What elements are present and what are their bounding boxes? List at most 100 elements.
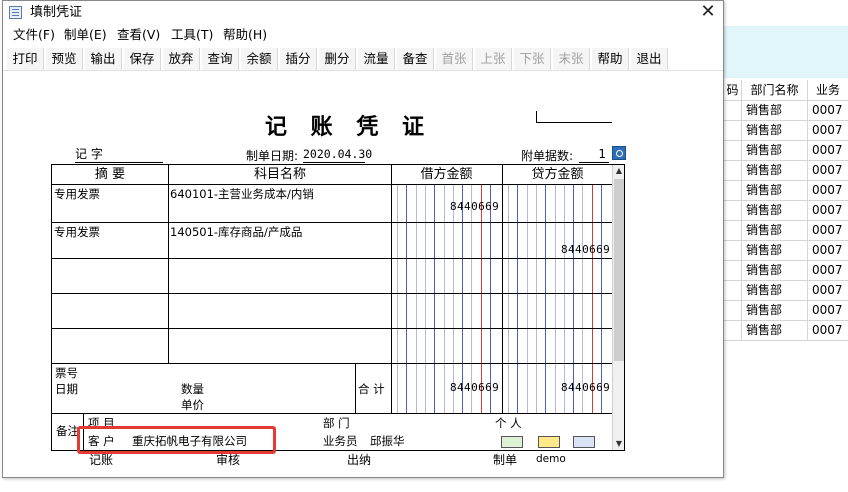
window-title: 填制凭证 (30, 5, 83, 20)
first-button[interactable]: 首张 (436, 48, 473, 70)
row-credit[interactable]: 8440669 (561, 243, 610, 256)
table-cell-dept: 销售部 (742, 241, 808, 261)
table-cell-dept: 销售部 (742, 281, 808, 301)
grid-line (52, 328, 612, 329)
voucher-dialog: 填制凭证 ✕ 文件(F) 制单(E) 查看(V) 工具(T) 帮助(H) 打印预… (2, 0, 724, 478)
digit-column-line (434, 184, 436, 413)
table-row[interactable]: 销售部 0007 (724, 201, 848, 221)
table-row[interactable]: 销售部 0007 (724, 161, 848, 181)
digit-column-line (591, 184, 593, 413)
row-account[interactable]: 140501-库存商品/产成品 (170, 224, 302, 240)
background-toolbar-strip (724, 26, 848, 78)
table-row[interactable]: 销售部 0007 (724, 281, 848, 301)
card-icon[interactable] (501, 436, 523, 448)
print-button[interactable]: 打印 (7, 48, 44, 70)
envelope-icon[interactable] (538, 436, 560, 448)
title-bar[interactable]: 填制凭证 ✕ (3, 1, 723, 25)
memo-button[interactable]: 备查 (397, 48, 434, 70)
table-cell-business: 0007 (808, 101, 848, 121)
table-row[interactable]: 销售部 0007 (724, 121, 848, 141)
grid-line (52, 413, 612, 414)
total-debit: 8440669 (450, 381, 500, 394)
table-cell-dept: 销售部 (742, 181, 808, 201)
table-cell (724, 221, 742, 241)
header-credit: 贷方金额 (531, 167, 584, 182)
grid-line (52, 363, 612, 364)
table-row[interactable]: 销售部 0007 (724, 301, 848, 321)
table-row[interactable]: 销售部 0007 (724, 261, 848, 281)
preview-button[interactable]: 预览 (46, 48, 83, 70)
search-icon[interactable] (612, 146, 626, 160)
bookkeeper-label: 记账 (89, 453, 114, 467)
grid-line (355, 363, 356, 413)
row-summary[interactable]: 专用发票 (54, 186, 100, 202)
table-cell-business: 0007 (808, 121, 848, 141)
close-button[interactable]: ✕ (693, 1, 723, 25)
digit-column-line (415, 184, 417, 413)
quantity-label: 数量 (181, 382, 204, 396)
next-button[interactable]: 下张 (514, 48, 551, 70)
bg-header-dept-name[interactable]: 部门名称 (742, 80, 808, 101)
exit-button[interactable]: 退出 (631, 48, 668, 70)
date-field[interactable]: 2020.04.30 (303, 147, 372, 163)
bg-header-business[interactable]: 业务 (808, 80, 848, 101)
balance-button[interactable]: 余额 (241, 48, 278, 70)
table-row[interactable]: 销售部 0007 (724, 181, 848, 201)
voucher-word-field[interactable]: 记 字 (75, 147, 163, 163)
header-account: 科目名称 (253, 167, 306, 182)
background-table-header: 码 部门名称 业务 (724, 80, 848, 101)
row-account[interactable]: 640101-主营业务成本/内销 (170, 186, 314, 202)
bg-header-code[interactable]: 码 (724, 80, 742, 101)
save-button[interactable]: 保存 (124, 48, 161, 70)
previous-button[interactable]: 上张 (475, 48, 512, 70)
header-summary: 摘 要 (94, 167, 126, 182)
scroll-thumb[interactable] (614, 179, 624, 361)
table-row[interactable]: 销售部 0007 (724, 141, 848, 161)
voucher-form: 记 账 凭 证 记 字 制单日期: 2020.04.30 附单据数: 1 摘 要… (3, 73, 723, 477)
cash-flow-button[interactable]: 流量 (358, 48, 395, 70)
table-row[interactable]: 销售部 0007 (724, 101, 848, 121)
maker-value: demo (536, 453, 566, 465)
menu-voucher[interactable]: 制单(E) (62, 26, 109, 44)
table-cell (724, 301, 742, 321)
digit-column-line (517, 184, 519, 413)
last-button[interactable]: 末张 (553, 48, 590, 70)
row-summary[interactable]: 专用发票 (54, 224, 100, 240)
digit-column-line (462, 184, 464, 413)
table-cell-dept: 销售部 (742, 201, 808, 221)
menu-help[interactable]: 帮助(H) (221, 26, 269, 44)
menu-view[interactable]: 查看(V) (115, 26, 162, 44)
vertical-scrollbar[interactable]: ▲ ▼ (612, 165, 624, 450)
digit-column-line (508, 184, 509, 413)
table-row[interactable]: 销售部 0007 (724, 221, 848, 241)
table-cell-dept: 销售部 (742, 261, 808, 281)
menu-tools[interactable]: 工具(T) (169, 26, 215, 44)
menu-file[interactable]: 文件(F) (11, 26, 57, 44)
delete-split-button[interactable]: 删分 (319, 48, 356, 70)
scroll-down-icon[interactable]: ▼ (614, 439, 624, 449)
scroll-up-icon[interactable]: ▲ (614, 166, 624, 176)
salesman-value[interactable]: 邱振华 (370, 433, 405, 449)
query-button[interactable]: 查询 (202, 48, 239, 70)
digit-column-line (480, 184, 482, 413)
voucher-grid: 摘 要 科目名称 借方金额 贷方金额 专用发票 640101-主营业务成本/内销 8… (51, 164, 625, 451)
discard-button[interactable]: 放弃 (163, 48, 200, 70)
insert-split-button[interactable]: 插分 (280, 48, 317, 70)
person-label: 个 人 (495, 416, 522, 430)
export-button[interactable]: 输出 (85, 48, 122, 70)
table-row[interactable]: 销售部 0007 (724, 321, 848, 341)
department-label: 部 门 (323, 416, 350, 430)
table-cell-dept: 销售部 (742, 161, 808, 181)
table-cell-business: 0007 (808, 281, 848, 301)
voucher-number-field[interactable] (536, 111, 612, 123)
table-row[interactable]: 销售部 0007 (724, 241, 848, 261)
image-icon[interactable] (573, 436, 595, 448)
cashier-label: 出纳 (347, 453, 372, 467)
help-button[interactable]: 帮助 (592, 48, 629, 70)
attachment-count-field[interactable]: 1 (579, 147, 609, 163)
row-debit[interactable]: 8440669 (450, 200, 499, 213)
digit-column-line (424, 184, 426, 413)
table-cell (724, 321, 742, 341)
grid-line (168, 165, 169, 363)
table-cell-business: 0007 (808, 221, 848, 241)
